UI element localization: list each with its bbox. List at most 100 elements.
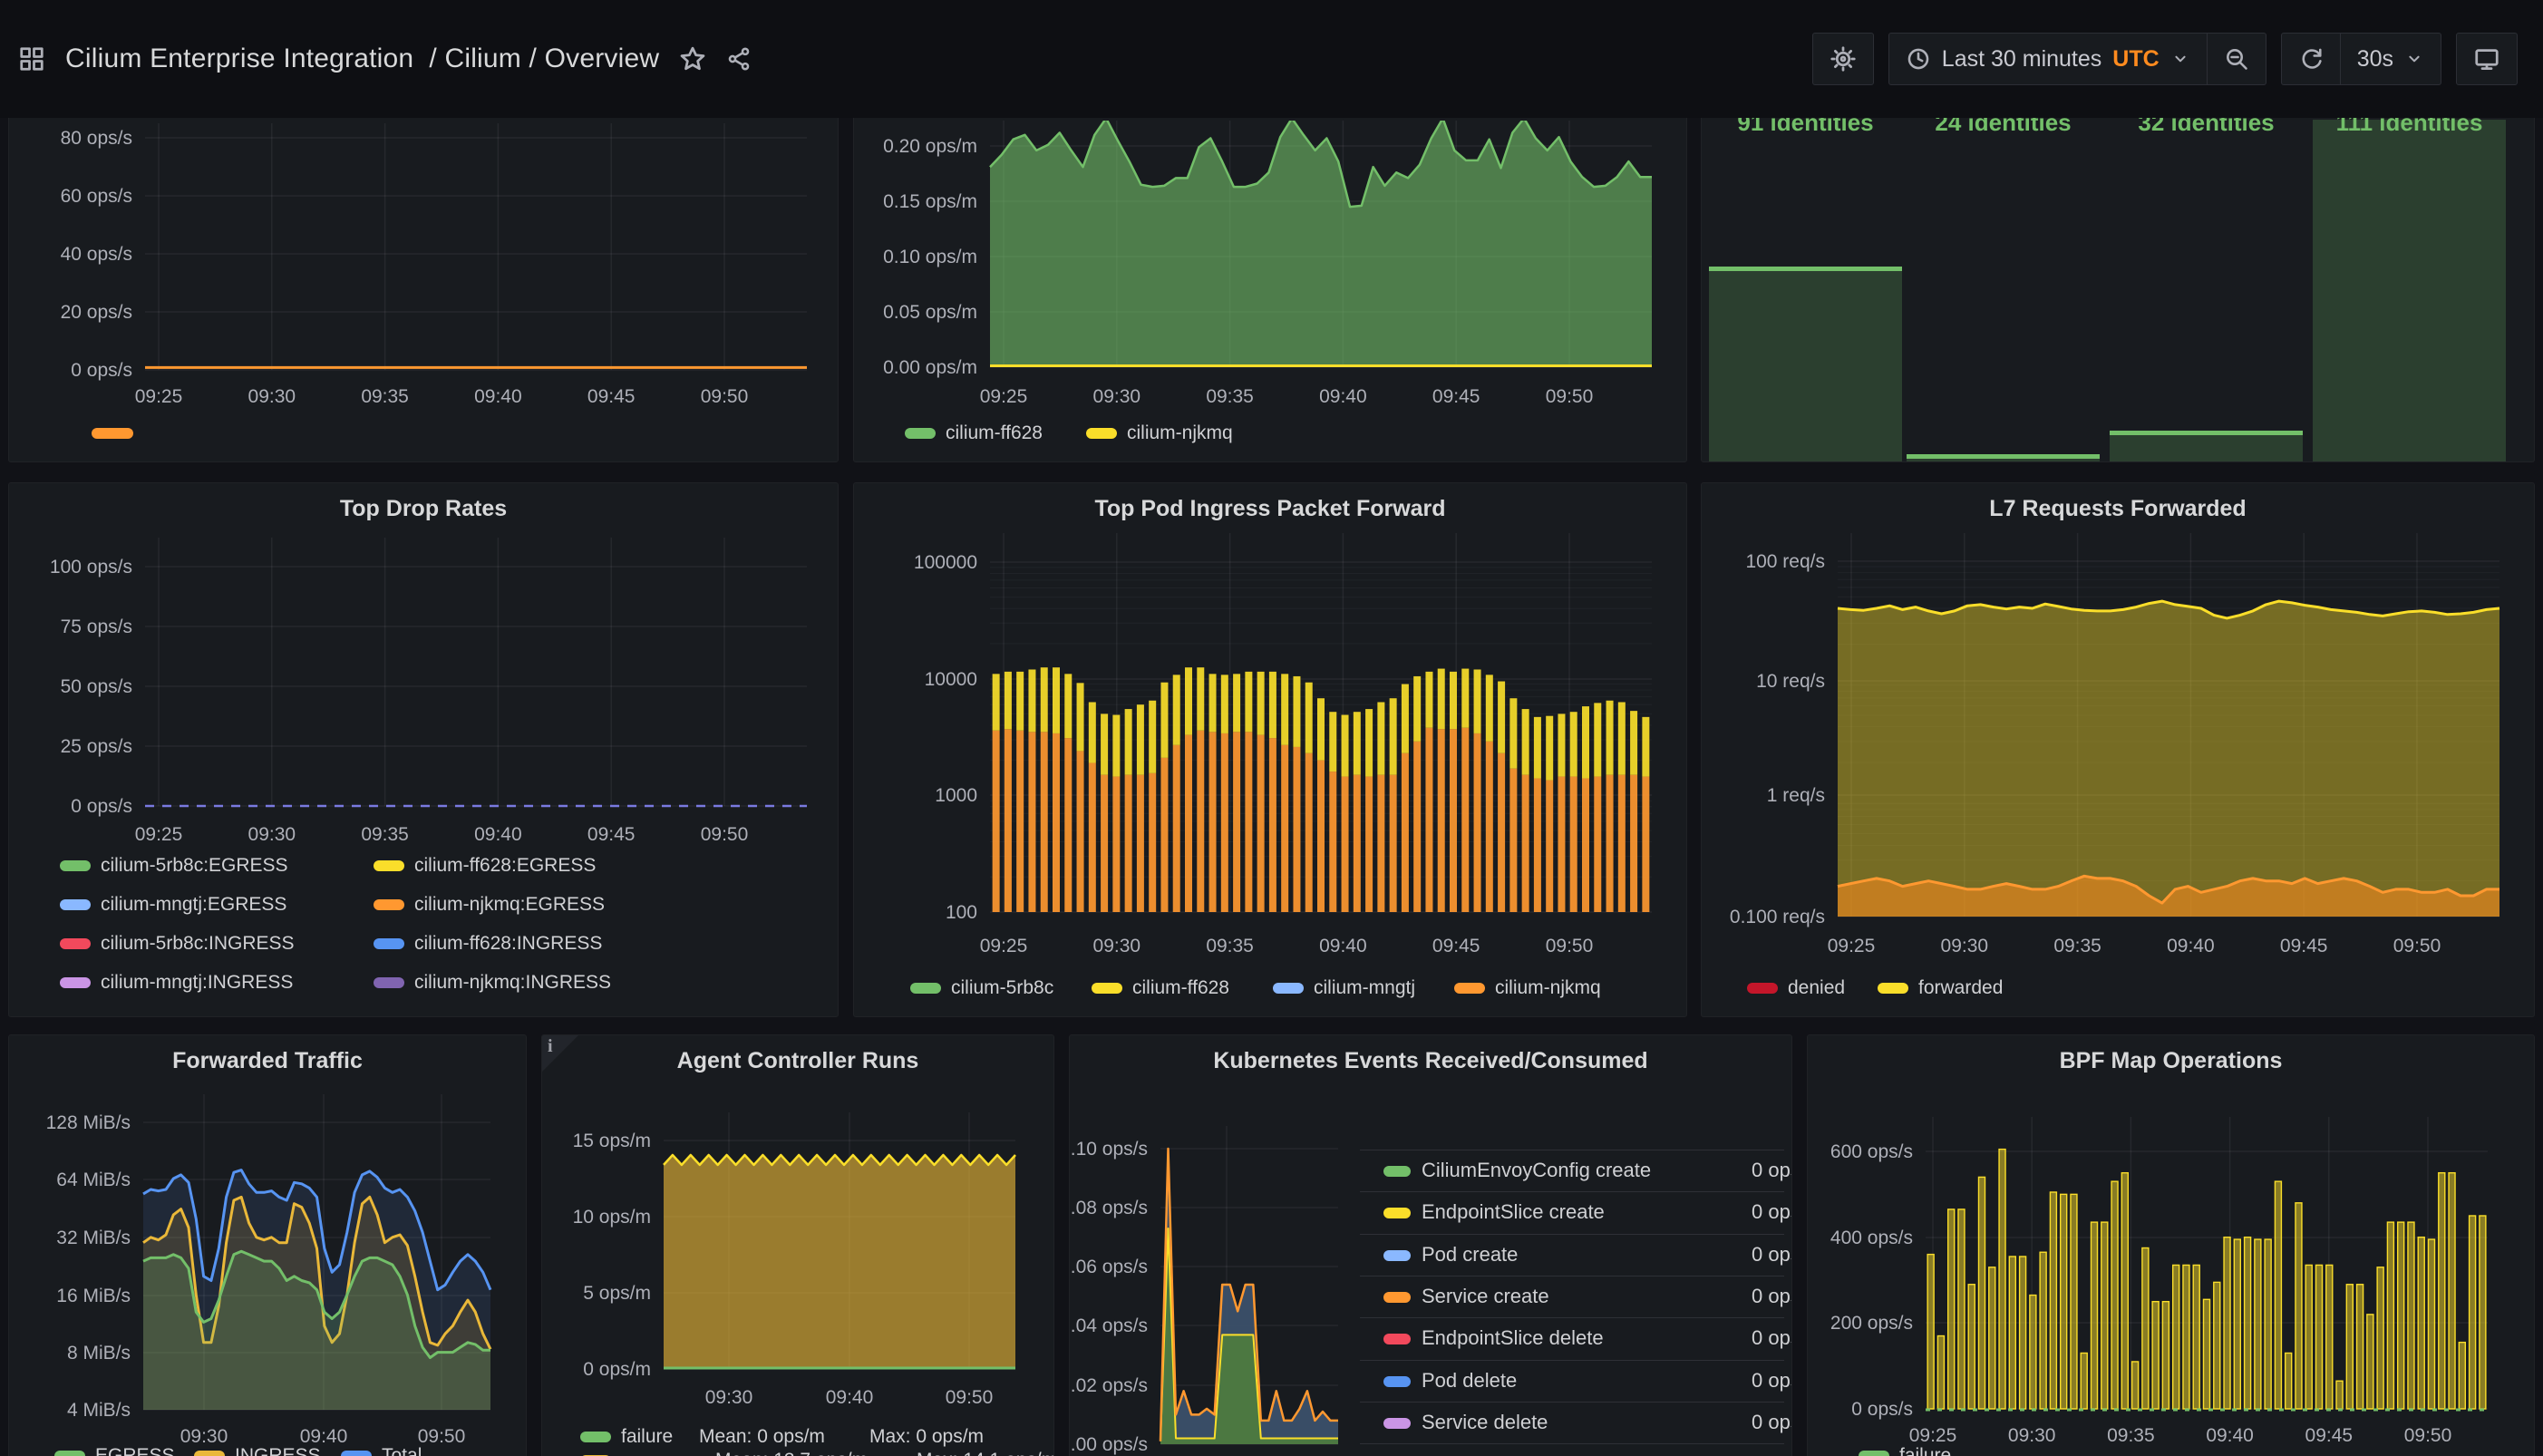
svg-text:75 ops/s: 75 ops/s <box>61 616 132 637</box>
legend-series-swatch <box>1273 983 1304 994</box>
legend-series-label: CiliumNode update <box>1422 1452 1591 1456</box>
svg-text:100 req/s: 100 req/s <box>1745 551 1825 572</box>
legend-item[interactable] <box>580 1448 611 1456</box>
legend-series-label: Total <box>382 1445 422 1456</box>
legend-item[interactable]: failure <box>580 1424 673 1450</box>
legend-item[interactable]: cilium-ff628 <box>1092 976 1229 1001</box>
legend-item[interactable]: cilium-ff628:EGRESS <box>374 853 596 878</box>
legend-item[interactable]: denied <box>1747 976 1845 1001</box>
legend-item[interactable]: failure <box>1859 1443 1951 1456</box>
svg-text:0.15 ops/m: 0.15 ops/m <box>883 191 977 212</box>
grafana-dashboard: 80 ops/s60 ops/s40 ops/s20 ops/s0 ops/s0… <box>0 0 2543 1456</box>
legend-series-swatch <box>1454 983 1485 994</box>
legend-series-label: INGRESS <box>235 1445 321 1456</box>
svg-text:32 MiB/s: 32 MiB/s <box>56 1228 131 1248</box>
legend-series-swatch <box>1383 1208 1411 1218</box>
svg-text:09:25: 09:25 <box>135 386 183 407</box>
svg-text:09:50: 09:50 <box>701 824 749 845</box>
legend-series-swatch <box>374 899 404 910</box>
svg-text:64 MiB/s: 64 MiB/s <box>56 1170 131 1190</box>
legend-item[interactable]: cilium-njkmq:EGRESS <box>374 892 605 917</box>
svg-text:09:45: 09:45 <box>587 386 636 407</box>
legend-series-value: 0 ops/s <box>1752 1411 1792 1434</box>
legend-item[interactable]: INGRESS <box>194 1443 321 1456</box>
legend-item[interactable]: cilium-njkmq <box>1454 976 1601 1001</box>
legend-item[interactable] <box>92 421 133 446</box>
legend-series-label: cilium-ff628:EGRESS <box>414 855 596 877</box>
chart-canvas[interactable]: 128 MiB/s64 MiB/s32 MiB/s16 MiB/s8 MiB/s… <box>9 1035 527 1456</box>
legend-table-row[interactable]: EndpointSlice delete0 ops/s <box>1360 1317 1784 1360</box>
legend-series-label: EndpointSlice create <box>1422 1200 1605 1224</box>
legend-item[interactable]: cilium-mngtj <box>1273 976 1415 1001</box>
legend-stat: Mean: 0 ops/m <box>699 1424 825 1450</box>
dashboard-title[interactable]: Cilium Enterprise Integration / Cilium /… <box>65 44 659 74</box>
legend-table-row[interactable]: Service create0 ops/s <box>1360 1276 1784 1318</box>
chart-canvas[interactable]: 600 ops/s400 ops/s200 ops/s0 ops/s09:250… <box>1808 1035 2535 1456</box>
apps-grid-icon[interactable] <box>18 45 45 73</box>
svg-text:0 ops/s: 0 ops/s <box>1851 1399 1913 1420</box>
legend-item[interactable]: cilium-njkmq <box>1086 421 1233 446</box>
legend-item[interactable]: cilium-5rb8c <box>910 976 1053 1001</box>
svg-text:200 ops/s: 200 ops/s <box>1830 1313 1913 1334</box>
svg-text:0.02 ops/s: 0.02 ops/s <box>1070 1375 1148 1396</box>
legend-series-swatch <box>1383 1250 1411 1261</box>
svg-text:20 ops/s: 20 ops/s <box>61 302 132 323</box>
chart-canvas[interactable]: 15 ops/m10 ops/m5 ops/m0 ops/m09:3009:40… <box>542 1035 1054 1456</box>
svg-text:1000: 1000 <box>935 785 977 806</box>
legend-item[interactable]: forwarded <box>1878 976 2003 1001</box>
legend-series-label: cilium-ff628 <box>1132 977 1229 999</box>
bargauge-bar <box>2313 120 2506 461</box>
legend-item[interactable]: cilium-ff628 <box>905 421 1043 446</box>
legend-series-swatch <box>580 1432 611 1442</box>
legend-series-swatch <box>194 1451 225 1456</box>
legend-table-row[interactable]: CiliumEnvoyConfig create0 ops/s <box>1360 1150 1784 1192</box>
legend-item[interactable]: cilium-ff628:INGRESS <box>374 931 602 956</box>
legend-item[interactable]: cilium-mngtj:EGRESS <box>60 892 286 917</box>
legend-series-swatch <box>1383 1418 1411 1429</box>
legend-series-value: 0 ops/s <box>1752 1159 1792 1182</box>
legend-series-label: failure <box>1899 1445 1951 1456</box>
legend-series-swatch <box>92 428 133 439</box>
legend-item[interactable]: Total <box>341 1443 422 1456</box>
svg-text:09:50: 09:50 <box>701 386 749 407</box>
kiosk-mode-button[interactable] <box>2456 33 2518 85</box>
legend-series-swatch <box>60 938 91 949</box>
chart-canvas[interactable]: 10000010000100010009:2509:3009:3509:4009… <box>854 483 1687 1017</box>
svg-text:09:25: 09:25 <box>980 936 1028 956</box>
legend-item[interactable]: cilium-5rb8c:EGRESS <box>60 853 288 878</box>
time-range-picker[interactable]: Last 30 minutes UTC <box>1888 33 2208 85</box>
legend-series-label: cilium-njkmq <box>1127 422 1233 444</box>
svg-text:09:40: 09:40 <box>826 1387 874 1408</box>
legend-table-row[interactable]: Service delete0 ops/s <box>1360 1402 1784 1444</box>
refresh-button[interactable] <box>2281 33 2341 85</box>
chevron-down-icon <box>2170 49 2190 69</box>
legend-series-value: 0 ops/s <box>1752 1369 1792 1393</box>
svg-text:400 ops/s: 400 ops/s <box>1830 1228 1913 1248</box>
zoom-out-time-button[interactable] <box>2208 33 2266 85</box>
svg-text:09:30: 09:30 <box>705 1387 753 1408</box>
legend-item[interactable]: cilium-5rb8c:INGRESS <box>60 931 295 956</box>
share-icon[interactable] <box>726 46 752 72</box>
legend-table-row[interactable]: Pod delete0 ops/s <box>1360 1360 1784 1403</box>
star-icon[interactable] <box>679 45 706 73</box>
svg-text:09:45: 09:45 <box>2305 1425 2354 1446</box>
svg-text:15 ops/m: 15 ops/m <box>573 1131 651 1151</box>
svg-text:09:50: 09:50 <box>1546 386 1594 407</box>
refresh-interval-picker[interactable]: 30s <box>2341 33 2441 85</box>
legend-item[interactable]: cilium-mngtj:INGRESS <box>60 970 293 995</box>
legend-series-swatch <box>1383 1166 1411 1177</box>
legend-series-label: EndpointSlice delete <box>1422 1326 1604 1350</box>
dashboard-settings-button[interactable] <box>1812 33 1874 85</box>
legend-table-row[interactable]: CiliumNode update0 ops/s <box>1360 1443 1784 1456</box>
chart-canvas[interactable]: 100 req/s10 req/s1 req/s0.100 req/s09:25… <box>1702 483 2535 1017</box>
legend-series-swatch <box>1747 983 1778 994</box>
legend-item[interactable]: EGRESS <box>54 1443 175 1456</box>
legend-table-row[interactable]: Pod create0 ops/s <box>1360 1234 1784 1276</box>
panel-bpf-map-ops: BPF Map Operations600 ops/s400 ops/s200 … <box>1807 1034 2535 1456</box>
legend-item[interactable]: cilium-njkmq:INGRESS <box>374 970 611 995</box>
legend-series-value: 0 ops/s <box>1752 1243 1792 1267</box>
legend-table-row[interactable]: EndpointSlice create0 ops/s <box>1360 1191 1784 1234</box>
svg-text:0.04 ops/s: 0.04 ops/s <box>1070 1315 1148 1336</box>
legend-series-label: CiliumEnvoyConfig create <box>1422 1159 1651 1182</box>
legend-series-label: cilium-ff628:INGRESS <box>414 933 602 955</box>
